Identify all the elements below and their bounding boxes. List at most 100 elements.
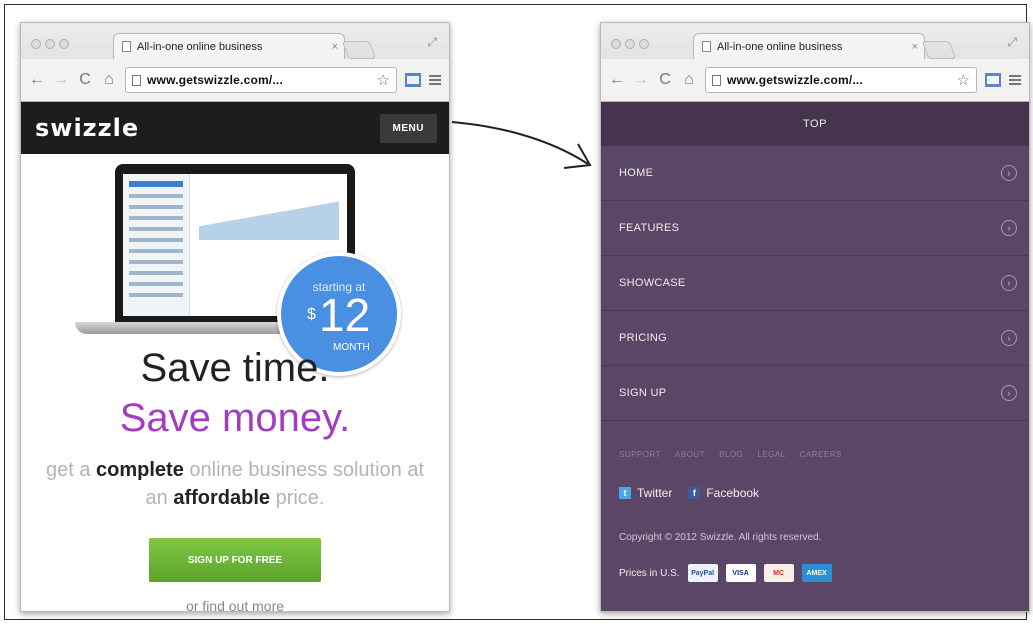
fullscreen-icon[interactable]: ⤢ bbox=[1007, 35, 1017, 50]
chevron-right-icon: › bbox=[1001, 330, 1017, 346]
menu-item-label: PRICING bbox=[619, 332, 667, 344]
find-out-more-link[interactable]: or find out more bbox=[21, 598, 449, 611]
dashboard-chart bbox=[199, 200, 339, 240]
tagline-emphasis: complete bbox=[96, 459, 184, 481]
signup-free-button[interactable]: SIGN UP FOR FREE bbox=[149, 538, 321, 582]
site-header: swizzle MENU bbox=[21, 102, 449, 154]
back-icon[interactable]: ← bbox=[29, 71, 45, 89]
chevron-right-icon: › bbox=[1001, 275, 1017, 291]
close-window-button[interactable] bbox=[31, 39, 41, 49]
page-icon bbox=[122, 41, 131, 52]
forward-icon[interactable]: → bbox=[53, 71, 69, 89]
prices-label: Prices in U.S. bbox=[619, 567, 680, 579]
mastercard-icon: MC bbox=[763, 564, 794, 582]
menu-item-features[interactable]: FEATURES › bbox=[601, 201, 1029, 256]
footer-link-careers[interactable]: CAREERS bbox=[800, 450, 842, 459]
swizzle-logo[interactable]: swizzle bbox=[35, 114, 139, 142]
tab-title: All-in-one online business bbox=[137, 40, 263, 53]
zoom-window-button[interactable] bbox=[59, 39, 69, 49]
extension-icon[interactable] bbox=[405, 73, 421, 87]
visa-card-icon: VISA bbox=[725, 564, 756, 582]
page-icon bbox=[712, 74, 721, 86]
twitter-link[interactable]: t Twitter bbox=[619, 486, 672, 500]
bookmark-star-icon[interactable]: ☆ bbox=[377, 71, 390, 89]
extension-icon[interactable] bbox=[985, 73, 1001, 87]
amex-card-icon: AMEX bbox=[801, 564, 832, 582]
window-controls bbox=[31, 39, 69, 49]
prices-row: Prices in U.S. PayPal VISA MC AMEX bbox=[619, 564, 832, 582]
zoom-window-button[interactable] bbox=[639, 39, 649, 49]
chevron-right-icon: › bbox=[1001, 220, 1017, 236]
back-icon[interactable]: ← bbox=[609, 71, 625, 89]
swizzle-homepage: swizzle MENU starting at $ 12 MONTH Save… bbox=[21, 102, 449, 611]
headline-save-money: Save money. bbox=[119, 396, 351, 440]
browser-chrome: All-in-one online business × ⤢ ← → C ⌂ w… bbox=[21, 23, 449, 102]
forward-icon[interactable]: → bbox=[633, 71, 649, 89]
social-links: t Twitter f Facebook bbox=[619, 486, 759, 500]
url-text: www.getswizzle.com/... bbox=[727, 73, 863, 87]
reload-icon[interactable]: C bbox=[77, 71, 93, 89]
browser-window-left: All-in-one online business × ⤢ ← → C ⌂ w… bbox=[20, 22, 450, 612]
footer-link-support[interactable]: SUPPORT bbox=[619, 450, 661, 459]
new-tab-button[interactable] bbox=[341, 41, 377, 59]
menu-item-label: HOME bbox=[619, 167, 654, 179]
menu-button[interactable]: MENU bbox=[379, 113, 437, 143]
browser-chrome: All-in-one online business × ⤢ ← → C ⌂ w… bbox=[601, 23, 1029, 102]
facebook-link[interactable]: f Facebook bbox=[688, 486, 759, 500]
browser-tab[interactable]: All-in-one online business × bbox=[113, 33, 345, 59]
minimize-window-button[interactable] bbox=[625, 39, 635, 49]
facebook-label: Facebook bbox=[706, 486, 760, 500]
tab-close-icon[interactable]: × bbox=[332, 41, 338, 53]
tagline-part: price. bbox=[270, 487, 325, 509]
new-tab-button[interactable] bbox=[921, 41, 957, 59]
close-window-button[interactable] bbox=[611, 39, 621, 49]
twitter-icon: t bbox=[619, 487, 631, 499]
chevron-right-icon: › bbox=[1001, 385, 1017, 401]
headline-save-time: Save time. bbox=[140, 346, 330, 390]
menu-icon[interactable] bbox=[429, 75, 441, 85]
url-text: www.getswizzle.com/... bbox=[147, 73, 283, 87]
home-icon[interactable]: ⌂ bbox=[101, 71, 117, 89]
address-bar[interactable]: www.getswizzle.com/... ☆ bbox=[705, 67, 977, 93]
price-currency: $ bbox=[307, 306, 316, 323]
page-icon bbox=[132, 74, 141, 86]
browser-toolbar: ← → C ⌂ www.getswizzle.com/... ☆ bbox=[21, 59, 449, 101]
tab-close-icon[interactable]: × bbox=[912, 41, 918, 53]
menu-item-home[interactable]: HOME › bbox=[601, 146, 1029, 201]
footer-links: SUPPORT ABOUT BLOG LEGAL CAREERS bbox=[619, 450, 842, 459]
dashboard-sidebar bbox=[123, 174, 190, 316]
menu-top-link[interactable]: TOP bbox=[601, 102, 1029, 146]
twitter-label: Twitter bbox=[637, 486, 673, 500]
bookmark-star-icon[interactable]: ☆ bbox=[957, 71, 970, 89]
browser-tab[interactable]: All-in-one online business × bbox=[693, 33, 925, 59]
mobile-menu-panel: TOP HOME › FEATURES › SHOWCASE › PRICING… bbox=[601, 102, 1029, 611]
menu-item-label: FEATURES bbox=[619, 222, 680, 234]
menu-item-sign-up[interactable]: SIGN UP › bbox=[601, 366, 1029, 421]
tab-title: All-in-one online business bbox=[717, 40, 843, 53]
address-bar[interactable]: www.getswizzle.com/... ☆ bbox=[125, 67, 397, 93]
price-amount: 12 bbox=[319, 289, 371, 341]
menu-item-showcase[interactable]: SHOWCASE › bbox=[601, 256, 1029, 311]
arrow-icon bbox=[451, 121, 592, 169]
tagline: get a complete online business solution … bbox=[41, 456, 429, 512]
minimize-window-button[interactable] bbox=[45, 39, 55, 49]
tagline-part: get a bbox=[45, 459, 97, 481]
menu-item-label: SIGN UP bbox=[619, 387, 667, 399]
browser-toolbar: ← → C ⌂ www.getswizzle.com/... ☆ bbox=[601, 59, 1029, 101]
footer-link-legal[interactable]: LEGAL bbox=[757, 450, 785, 459]
menu-item-label: SHOWCASE bbox=[619, 277, 686, 289]
copyright-text: Copyright © 2012 Swizzle. All rights res… bbox=[619, 532, 822, 543]
reload-icon[interactable]: C bbox=[657, 71, 673, 89]
chevron-right-icon: › bbox=[1001, 165, 1017, 181]
footer-link-blog[interactable]: BLOG bbox=[719, 450, 743, 459]
home-icon[interactable]: ⌂ bbox=[681, 71, 697, 89]
facebook-icon: f bbox=[688, 487, 701, 499]
menu-item-pricing[interactable]: PRICING › bbox=[601, 311, 1029, 366]
page-icon bbox=[702, 41, 711, 52]
paypal-card-icon: PayPal bbox=[687, 564, 718, 582]
footer-link-about[interactable]: ABOUT bbox=[675, 450, 705, 459]
fullscreen-icon[interactable]: ⤢ bbox=[427, 35, 437, 50]
tagline-emphasis: affordable bbox=[173, 487, 271, 509]
menu-icon[interactable] bbox=[1009, 75, 1021, 85]
browser-window-right: All-in-one online business × ⤢ ← → C ⌂ w… bbox=[600, 22, 1030, 612]
